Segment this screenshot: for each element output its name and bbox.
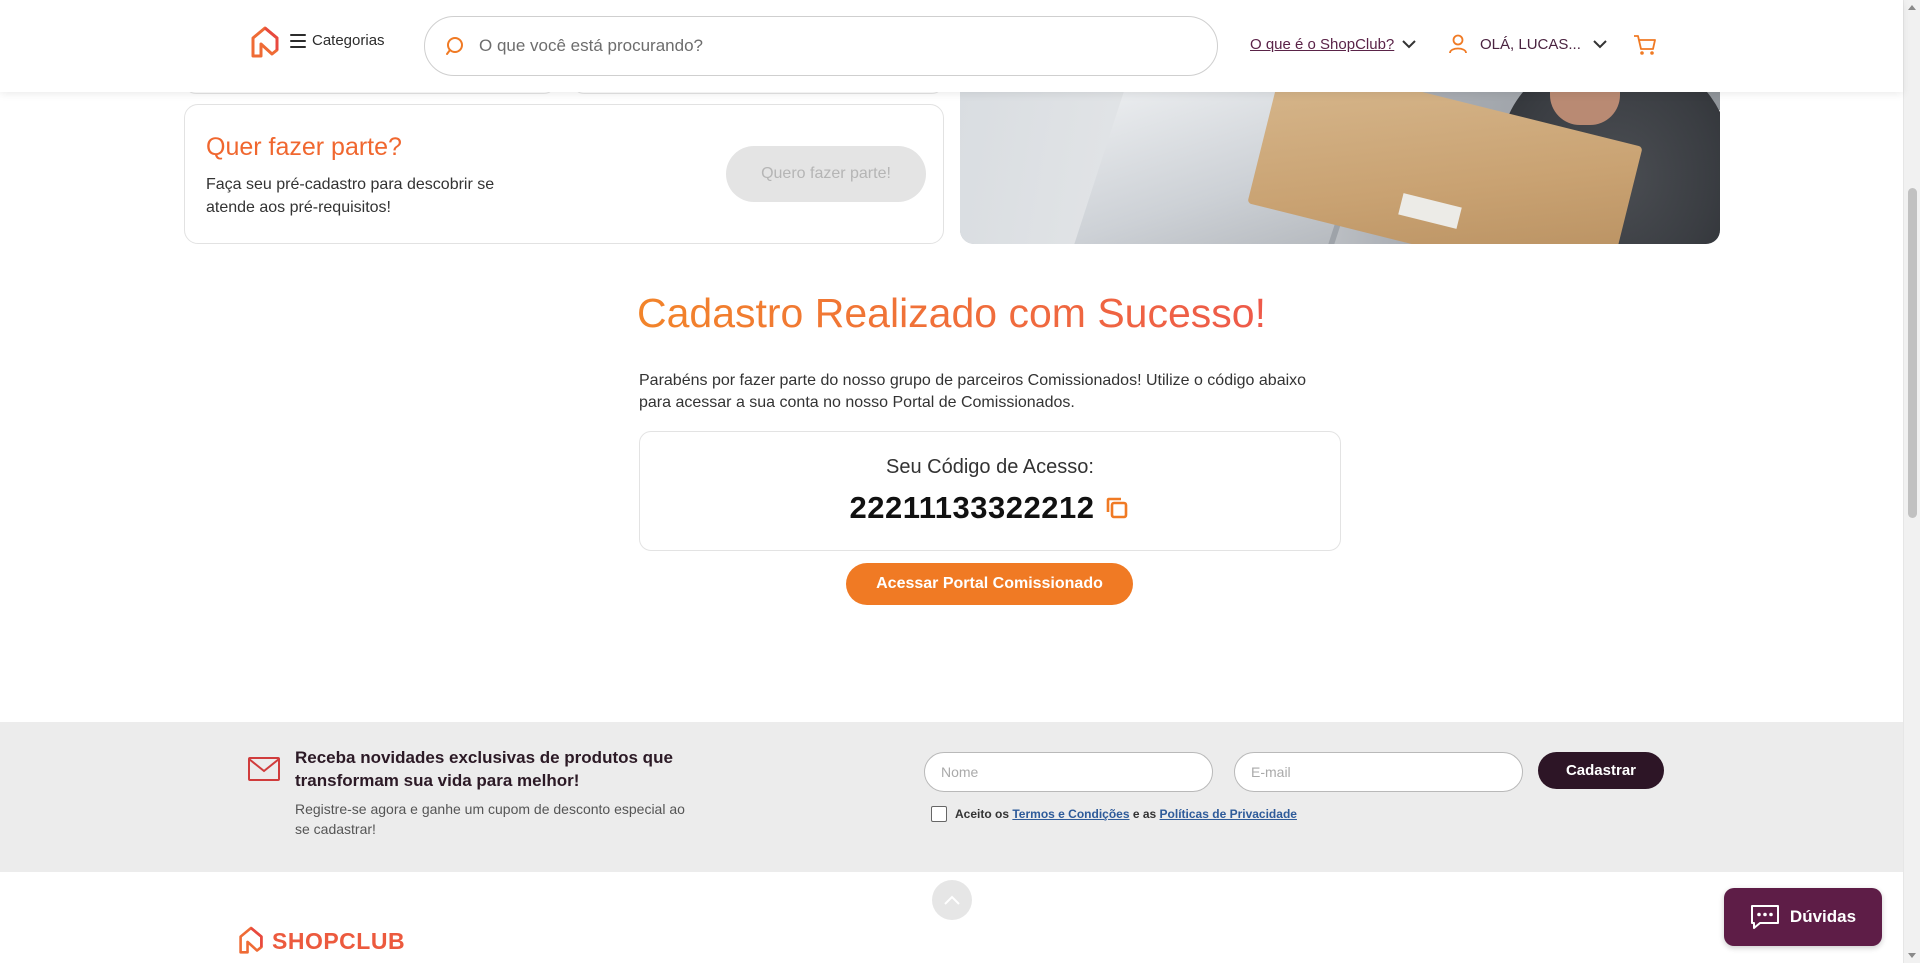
user-icon (1449, 34, 1467, 54)
terms-checkbox[interactable] (931, 806, 947, 822)
whatis-shopclub-link[interactable]: O que é o ShopClub? (1250, 36, 1416, 53)
scrollbar-thumb[interactable] (1908, 188, 1917, 518)
shopclub-logo-icon (239, 926, 263, 954)
footer-brand: SHOPCLUB (272, 927, 406, 954)
privacy-link[interactable]: Políticas de Privacidade (1160, 807, 1297, 821)
access-portal-button[interactable]: Acessar Portal Comissionado (846, 563, 1133, 605)
newsletter-email-input[interactable] (1234, 752, 1523, 792)
user-greeting: OLÁ, LUCAS... (1480, 35, 1581, 53)
shopclub-logo-icon[interactable] (250, 26, 280, 60)
hamburger-icon (290, 33, 306, 48)
whatis-label: O que é o ShopClub? (1250, 36, 1395, 53)
site-header: Categorias O que é o ShopClub? OLÁ, LUCA… (0, 0, 1903, 92)
chat-icon (1750, 905, 1779, 929)
help-chat-label: Dúvidas (1789, 907, 1857, 926)
newsletter-name-input[interactable] (924, 752, 1213, 792)
terms-prefix: Aceito os (955, 807, 1010, 821)
newsletter-section: Receba novidades exclusivas de produtos … (0, 722, 1903, 872)
join-card-description: Faça seu pré-cadastro para descobrir se … (206, 176, 495, 216)
search-bar[interactable] (424, 16, 1218, 76)
mail-icon (248, 757, 280, 781)
join-button[interactable]: Quero fazer parte! (726, 146, 926, 202)
page-scrollbar[interactable] (1903, 0, 1920, 963)
footer-logo[interactable]: SHOPCLUB (238, 926, 405, 956)
categories-label: Categorias (312, 32, 385, 49)
newsletter-subtitle: Registre-se agora e ganhe um cupom de de… (295, 801, 685, 837)
chevron-down-icon (1402, 40, 1416, 49)
search-input[interactable] (479, 36, 1159, 56)
access-code-label: Seu Código de Acesso: (886, 456, 1094, 478)
terms-consent: Aceito os Termos e Condições e as Políti… (931, 806, 1297, 822)
newsletter-submit-button[interactable]: Cadastrar (1538, 752, 1664, 789)
join-card: Quer fazer parte? Faça seu pré-cadastro … (184, 104, 944, 244)
access-code-value: 22211133322212 (849, 490, 1095, 525)
success-title: Cadastro Realizado com Sucesso! (637, 290, 1266, 336)
newsletter-title: Receba novidades exclusivas de produtos … (295, 748, 673, 790)
join-card-title: Quer fazer parte? (206, 133, 402, 161)
arrow-up-icon (944, 895, 960, 905)
success-description: Parabéns por fazer parte do nosso grupo … (639, 372, 1307, 411)
terms-middle: e as (1132, 807, 1157, 821)
back-to-top-button[interactable] (932, 880, 972, 920)
search-icon (446, 37, 463, 55)
delivery-photo (960, 90, 1720, 244)
copy-icon[interactable] (1104, 495, 1130, 521)
help-chat-button[interactable]: Dúvidas (1724, 888, 1882, 946)
chevron-down-icon (1593, 39, 1607, 48)
access-code-box: Seu Código de Acesso: 22211133322212 (639, 431, 1341, 551)
terms-link[interactable]: Termos e Condições (1012, 807, 1129, 821)
user-menu[interactable]: OLÁ, LUCAS... (1448, 34, 1607, 54)
cart-icon[interactable] (1633, 34, 1657, 56)
categories-menu-button[interactable]: Categorias (290, 32, 385, 49)
